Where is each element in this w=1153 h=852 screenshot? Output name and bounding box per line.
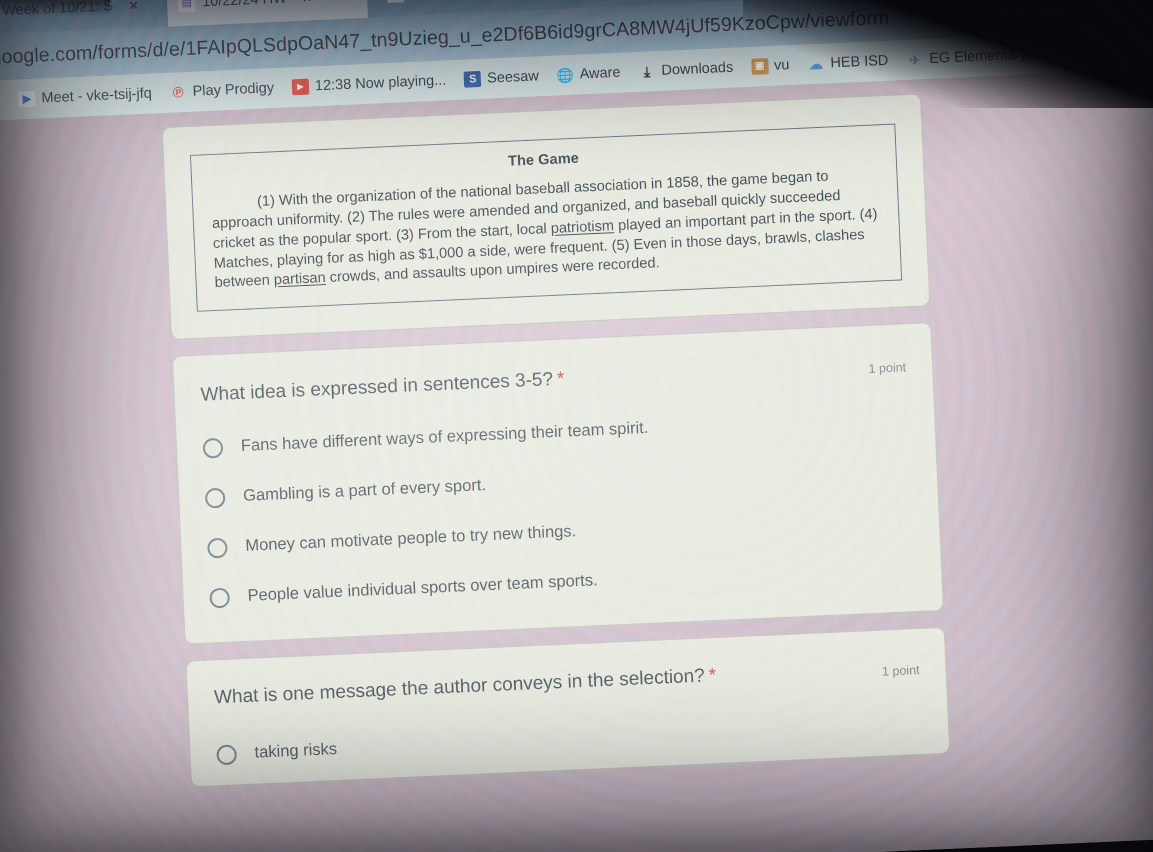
bookmark-heb-isd-label: HEB ISD — [830, 52, 889, 72]
question-2-title-text: What is one message the author conveys i… — [213, 665, 706, 709]
question-1-option-4[interactable]: People value individual sports over team… — [209, 557, 915, 609]
bookmark-eg-elementary-label: EG Elementary — [928, 46, 1028, 67]
question-2-option-1[interactable]: taking risks — [216, 714, 922, 765]
question-1-card: What idea is expressed in sentences 3-5?… — [171, 322, 944, 645]
question-1-option-2[interactable]: Gambling is a part of every sport. — [204, 457, 911, 509]
bookmark-aware[interactable]: 🌐 Aware — [547, 64, 629, 84]
bookmark-seesaw-label: Seesaw — [486, 68, 540, 87]
question-1-options: Fans have different ways of expressing t… — [202, 407, 916, 609]
radio-button-icon[interactable] — [209, 587, 231, 609]
passage-part-1: patriotism — [550, 217, 615, 237]
bookmark-now-playing[interactable]: ▶ 12:38 Now playing... — [283, 72, 456, 96]
page-viewport: The Game (1) With the organization of th… — [0, 66, 1153, 852]
bookmarks-overflow-button[interactable]: » — [1147, 39, 1153, 59]
seesaw-icon: S — [463, 70, 482, 88]
browser-tab-2-label: 10/22/24 HW — [201, 0, 288, 11]
bookmark-vu-label: vu — [773, 57, 790, 74]
google-form-column: The Game (1) With the organization of th… — [161, 93, 951, 788]
bookmark-eg-elementary[interactable]: ✈ EG Elementary — [897, 46, 1037, 68]
laptop-screen: ▤ Week of 10/21: S × ▤ 10/22/24 HW × ◪ P… — [0, 0, 1153, 852]
question-1-required-marker: * — [556, 368, 565, 391]
prodigy-icon: ℗ — [172, 83, 185, 102]
radio-button-icon[interactable] — [216, 744, 238, 765]
bookmark-play-prodigy-label: Play Prodigy — [192, 80, 275, 100]
bookmark-meet-label: Meet - vke-tsij-jfq — [41, 85, 153, 107]
eg-elementary-icon: ✈ — [909, 51, 921, 68]
question-1-header: What idea is expressed in sentences 3-5?… — [200, 353, 906, 409]
radio-button-icon[interactable] — [204, 487, 226, 509]
google-forms-icon: ▤ — [177, 0, 196, 12]
question-1-title-text: What idea is expressed in sentences 3-5? — [200, 369, 554, 406]
question-1-option-4-label: People value individual sports over team… — [247, 571, 599, 606]
passage-body: (1) With the organization of the nationa… — [211, 165, 883, 294]
question-2-required-marker: * — [708, 664, 717, 687]
radio-button-icon[interactable] — [207, 537, 228, 559]
browser-tab-3-label: Progress Learnin — [411, 0, 522, 1]
bookmark-play-prodigy[interactable]: ℗ Play Prodigy — [160, 80, 283, 101]
bookmark-meet[interactable]: ▶ Meet - vke-tsij-jfq — [9, 85, 161, 108]
browser-tab-1-close-icon[interactable]: × — [129, 0, 139, 14]
bookmark-now-playing-label: 12:38 Now playing... — [314, 72, 447, 95]
question-2-header: What is one message the author conveys i… — [214, 655, 920, 711]
passage-box: The Game (1) With the organization of th… — [189, 123, 903, 313]
aware-globe-icon: 🌐 — [556, 66, 575, 84]
bookmark-vu[interactable]: ▣ vu — [742, 57, 799, 75]
photo-of-laptop-screen: ▤ Week of 10/21: S × ▤ 10/22/24 HW × ◪ P… — [0, 0, 1153, 852]
passage-card: The Game (1) With the organization of th… — [161, 93, 931, 341]
question-1-option-1[interactable]: Fans have different ways of expressing t… — [202, 407, 909, 459]
question-1-option-3-label: Money can motivate people to try new thi… — [244, 522, 577, 556]
browser-tab-1-label: Week of 10/21: S — [1, 0, 114, 20]
question-1-option-1-label: Fans have different ways of expressing t… — [240, 419, 649, 456]
browser-tab-2-close-icon[interactable]: × — [302, 0, 312, 6]
youtube-icon: ▶ — [291, 78, 310, 96]
bookmark-seesaw[interactable]: S Seesaw — [455, 68, 548, 88]
question-2-options: taking risks — [216, 714, 922, 765]
bookmark-aware-label: Aware — [579, 64, 621, 83]
question-1-title: What idea is expressed in sentences 3-5?… — [200, 368, 565, 409]
passage-part-3: partisan — [273, 270, 327, 289]
question-2-option-1-label: taking risks — [254, 740, 338, 762]
question-1-option-3[interactable]: Money can motivate people to try new thi… — [207, 507, 913, 559]
radio-button-icon[interactable] — [202, 437, 224, 459]
progress-learning-icon: ◪ — [386, 0, 405, 3]
question-1-option-2-label: Gambling is a part of every sport. — [242, 476, 487, 506]
bookmark-heb-isd[interactable]: ☁ HEB ISD — [798, 52, 898, 73]
bookmark-downloads-label: Downloads — [661, 59, 734, 79]
download-icon: ⤓ — [643, 63, 651, 80]
google-meet-icon: ▶ — [18, 90, 36, 108]
question-2-points: 1 point — [881, 662, 920, 679]
question-2-title: What is one message the author conveys i… — [214, 664, 717, 711]
bookmark-png-label: png — [0, 92, 1, 109]
heb-isd-icon: ☁ — [808, 55, 824, 73]
question-1-points: 1 point — [868, 360, 907, 377]
vu-icon: ▣ — [750, 58, 769, 75]
bookmark-downloads[interactable]: ⤓ Downloads — [629, 59, 742, 80]
